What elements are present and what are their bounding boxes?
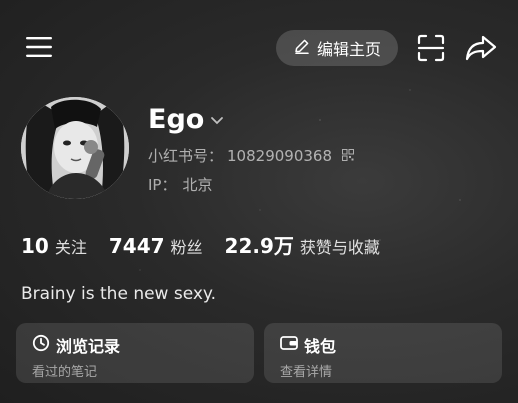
share-icon[interactable]: [462, 30, 500, 66]
stats-row: 10 关注 7447 粉丝 22.9万 获赞与收藏: [21, 230, 402, 259]
ip-label: IP：: [148, 176, 177, 194]
username-row[interactable]: Ego: [148, 104, 224, 135]
stat-number: 22.9万: [224, 234, 294, 258]
stat-followers[interactable]: 7447 粉丝: [109, 234, 203, 258]
user-id-label: 小红书号：: [148, 147, 224, 165]
username: Ego: [148, 104, 205, 135]
user-id-row: 小红书号： 10829090368: [148, 145, 354, 166]
stat-likes-collections[interactable]: 22.9万 获赞与收藏: [225, 230, 380, 259]
stat-following[interactable]: 10 关注: [21, 234, 87, 258]
stat-label: 关注: [54, 238, 87, 257]
stat-label: 获赞与收藏: [299, 238, 380, 257]
stat-label: 粉丝: [170, 238, 203, 257]
stat-number: 10: [21, 234, 49, 258]
user-id-value: 10829090368: [227, 146, 332, 165]
ip-value: 北京: [182, 176, 213, 194]
qr-code-icon[interactable]: [342, 147, 354, 165]
browsing-history-card[interactable]: 浏览记录 看过的笔记: [16, 323, 254, 383]
card-title: 钱包: [304, 337, 337, 356]
edit-profile-button[interactable]: 编辑主页: [276, 30, 398, 66]
card-title: 浏览记录: [56, 337, 121, 356]
stat-number: 7447: [108, 234, 165, 258]
pencil-icon: [293, 37, 311, 59]
card-subtitle: 看过的笔记: [32, 365, 98, 380]
card-subtitle: 查看详情: [280, 365, 333, 380]
menu-icon[interactable]: [22, 30, 56, 64]
avatar[interactable]: [21, 97, 129, 199]
history-clock-icon: [32, 334, 50, 356]
scan-icon[interactable]: [414, 30, 448, 66]
bio-text[interactable]: Brainy is the new sexy.: [21, 284, 216, 304]
ip-location-row: IP： 北京: [148, 174, 213, 195]
chevron-down-icon[interactable]: [210, 110, 224, 129]
edit-profile-label: 编辑主页: [316, 40, 381, 59]
wallet-card[interactable]: 钱包 查看详情: [264, 323, 502, 383]
wallet-icon: [280, 335, 298, 355]
